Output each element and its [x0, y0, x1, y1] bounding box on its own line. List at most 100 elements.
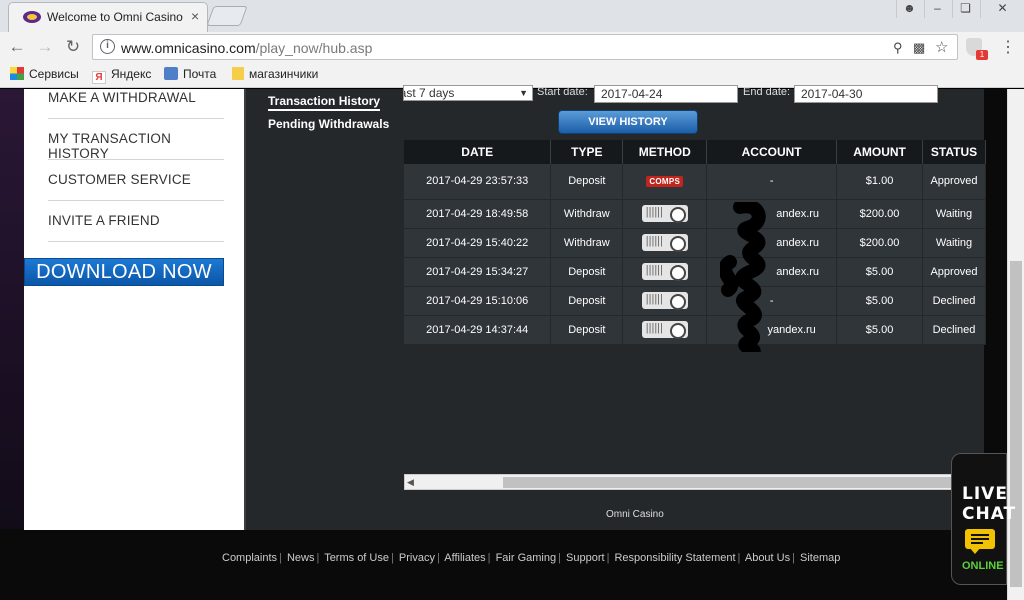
- cell-type: Deposit: [550, 257, 624, 287]
- period-select-value: Last 7 days: [404, 86, 455, 100]
- cell-amount: $200.00: [836, 199, 923, 229]
- tab-title: Welcome to Omni Casino: [47, 10, 183, 24]
- close-window-icon[interactable]: ✕: [980, 0, 1024, 18]
- horizontal-scrollbar[interactable]: ◀: [404, 474, 986, 490]
- scroll-left-icon[interactable]: ◀: [407, 477, 414, 488]
- cell-status: Approved: [922, 164, 986, 200]
- cell-method: [622, 286, 708, 316]
- cell-amount: $5.00: [836, 257, 923, 287]
- cell-date: 2017-04-29 15:40:22: [404, 228, 552, 258]
- divider: [48, 241, 224, 242]
- translate-icon[interactable]: ▩: [913, 40, 925, 56]
- bookmark-mail[interactable]: Почта: [164, 67, 216, 81]
- download-now-button[interactable]: DOWNLOAD NOW: [24, 258, 224, 286]
- table-row: 2017-04-29 15:34:27 Deposit andex.ru $5.…: [404, 257, 986, 287]
- sidebar-item-invite-friend[interactable]: INVITE A FRIEND: [48, 213, 224, 228]
- minimize-icon[interactable]: –: [924, 0, 950, 18]
- apps-grid-icon: [10, 67, 24, 80]
- live-chat-line2: CHAT: [962, 504, 1017, 524]
- footer-link-complaints[interactable]: Complaints: [222, 552, 277, 564]
- cell-date: 2017-04-29 14:37:44: [404, 315, 552, 345]
- profile-icon[interactable]: ☻: [896, 0, 922, 18]
- address-bar[interactable]: i www.omnicasino.com/play_now/hub.asp ⚲ …: [92, 34, 958, 60]
- cell-method: [622, 228, 708, 258]
- bookmark-services[interactable]: Сервисы: [10, 67, 79, 81]
- scrollbar-thumb[interactable]: [503, 477, 973, 488]
- footer-link-about[interactable]: About Us: [745, 552, 790, 564]
- cell-type: Deposit: [550, 286, 624, 316]
- cell-method: COMPS: [622, 164, 708, 200]
- view-history-button[interactable]: VIEW HISTORY: [558, 110, 698, 134]
- cell-method: [622, 199, 708, 229]
- divider: [48, 200, 224, 201]
- column-header-status: STATUS: [922, 140, 986, 164]
- payment-method-icon: [641, 234, 688, 252]
- footer-link-privacy[interactable]: Privacy: [399, 552, 435, 564]
- cell-date: 2017-04-29 23:57:33: [404, 164, 552, 200]
- cell-type: Withdraw: [550, 199, 624, 229]
- transaction-panel: Transaction History Pending Withdrawals …: [244, 85, 986, 530]
- footer-link-sitemap[interactable]: Sitemap: [800, 552, 840, 564]
- start-date-input[interactable]: 2017-04-24: [594, 85, 738, 103]
- sidebar-item-transaction-history[interactable]: MY TRANSACTION HISTORY: [48, 131, 224, 161]
- footer-link-news[interactable]: News: [287, 552, 315, 564]
- cell-type: Deposit: [550, 315, 624, 345]
- column-header-date: DATE: [404, 140, 552, 164]
- end-date-label: End date:: [743, 86, 791, 98]
- cell-type: Deposit: [550, 164, 624, 200]
- restore-icon[interactable]: ❏: [952, 0, 978, 18]
- footer-link-fair-gaming[interactable]: Fair Gaming: [496, 552, 557, 564]
- page-content: MAKE A WITHDRAWAL MY TRANSACTION HISTORY…: [0, 85, 1024, 600]
- browser-menu-icon[interactable]: ⋮: [1000, 37, 1016, 57]
- table-row: 2017-04-29 23:57:33 Deposit COMPS - $1.0…: [404, 164, 986, 200]
- bookmark-yandex[interactable]: Я Яндекс: [92, 67, 151, 84]
- mail-icon: [164, 67, 178, 80]
- back-icon[interactable]: ←: [6, 37, 28, 57]
- footer-links: Complaints | News | Terms of Use | Privacy |…: [222, 552, 841, 564]
- live-chat-line1: LIVE: [962, 484, 1008, 504]
- cell-status: Declined: [922, 286, 986, 316]
- cell-amount: $5.00: [836, 315, 923, 345]
- sidebar-item-customer-service[interactable]: CUSTOMER SERVICE: [48, 172, 224, 187]
- key-icon[interactable]: ⚲: [893, 40, 903, 56]
- cell-status: Waiting: [922, 199, 986, 229]
- redaction-scribble: [720, 202, 766, 352]
- site-info-icon[interactable]: i: [100, 39, 115, 54]
- end-date-input[interactable]: 2017-04-30: [794, 85, 938, 103]
- site-favicon-icon: [23, 11, 41, 23]
- start-date-label: Start date:: [537, 86, 588, 98]
- live-chat-widget[interactable]: LIVE CHAT ONLINE: [951, 453, 1015, 585]
- yandex-icon: Я: [92, 71, 106, 84]
- bookmark-star-icon[interactable]: ☆: [935, 38, 948, 56]
- cell-amount: $1.00: [836, 164, 923, 200]
- footer-link-responsibility[interactable]: Responsibility Statement: [614, 552, 735, 564]
- table-row: 2017-04-29 15:40:22 Withdraw andex.ru $2…: [404, 228, 986, 258]
- cell-date: 2017-04-29 18:49:58: [404, 199, 552, 229]
- column-header-account: ACCOUNT: [706, 140, 838, 164]
- footer-link-affiliates[interactable]: Affiliates: [444, 552, 485, 564]
- forward-icon[interactable]: →: [34, 37, 56, 57]
- reload-icon[interactable]: ↻: [62, 37, 84, 57]
- comps-logo-icon: COMPS: [646, 176, 684, 188]
- bookmark-folder-shops[interactable]: магазинчики: [232, 67, 318, 81]
- close-tab-icon[interactable]: ×: [191, 8, 199, 24]
- cell-method: [622, 257, 708, 287]
- tab-transaction-history[interactable]: Transaction History: [268, 94, 381, 111]
- footer-link-terms[interactable]: Terms of Use: [324, 552, 389, 564]
- tab-pending-withdrawals[interactable]: Pending Withdrawals: [268, 117, 389, 131]
- background-edge: [0, 89, 24, 529]
- account-sidebar: MAKE A WITHDRAWAL MY TRANSACTION HISTORY…: [24, 89, 244, 530]
- new-tab-button[interactable]: [206, 6, 248, 26]
- footer-link-support[interactable]: Support: [566, 552, 605, 564]
- cell-type: Withdraw: [550, 228, 624, 258]
- column-header-method: METHOD: [622, 140, 708, 164]
- sidebar-item-make-withdrawal[interactable]: MAKE A WITHDRAWAL: [48, 90, 224, 105]
- scrollbar-thumb[interactable]: [1010, 261, 1022, 587]
- table-row: 2017-04-29 14:37:44 Deposit yandex.ru $5…: [404, 315, 986, 345]
- period-select[interactable]: Last 7 days ▼: [403, 85, 533, 101]
- divider: [48, 159, 224, 160]
- browser-tab[interactable]: Welcome to Omni Casino ×: [8, 2, 208, 32]
- transaction-table: DATE TYPE METHOD ACCOUNT AMOUNT STATUS 2…: [404, 140, 986, 345]
- payment-method-icon: [641, 321, 688, 339]
- column-header-type: TYPE: [550, 140, 624, 164]
